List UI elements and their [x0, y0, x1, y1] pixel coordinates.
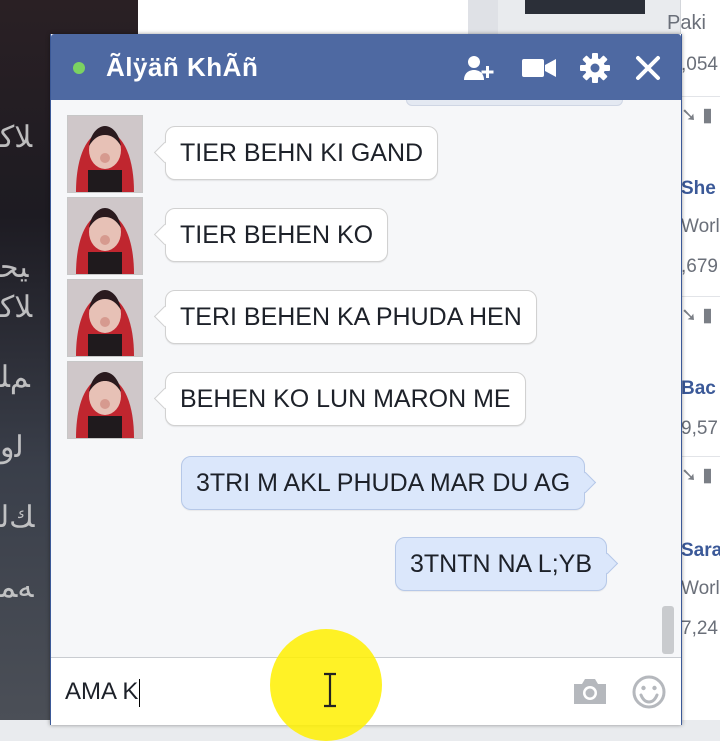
previous-message-bubble [406, 100, 623, 106]
add-friend-icon[interactable] [461, 50, 497, 86]
background-thumbnail [525, 0, 645, 14]
avatar[interactable] [67, 361, 143, 439]
right-item-name[interactable]: Sara [681, 540, 720, 562]
background-strip [468, 0, 498, 34]
emoji-icon[interactable] [631, 674, 667, 715]
right-item-name[interactable]: Bac [681, 378, 720, 400]
camera-icon[interactable] [571, 676, 609, 711]
right-sidebar: ,054 ➘ ▮ She Worl ,679 ➘ ▮ Bac 9,57 ➘ ▮ … [680, 0, 720, 720]
right-item-count: 7,24 [681, 618, 718, 639]
incoming-message[interactable]: TIER BEHN KI GAND [165, 126, 439, 180]
video-call-icon[interactable] [521, 50, 557, 86]
text-cursor-icon [320, 672, 340, 713]
right-item-name[interactable]: She [681, 178, 720, 200]
scrollbar-thumb[interactable] [662, 606, 674, 654]
background-label: Paki [667, 12, 706, 34]
rss-icon[interactable]: ➘ ▮ [681, 104, 720, 127]
message-input-text: AMA K [65, 678, 139, 705]
chat-header[interactable]: Ãlÿäñ KhÃñ [51, 34, 681, 100]
online-status-dot [73, 62, 85, 74]
chat-window: Ãlÿäñ KhÃñ TIER BEHN KI GAND TIER BEHEN … [50, 34, 682, 725]
avatar[interactable] [67, 197, 143, 275]
outgoing-message[interactable]: 3TNTN NA L;YB [395, 537, 607, 591]
close-icon[interactable] [630, 50, 666, 86]
incoming-message[interactable]: TERI BEHEN KA PHUDA HEN [165, 290, 537, 344]
right-item-count: 9,57 [681, 418, 718, 439]
text-caret [139, 678, 141, 707]
chat-title[interactable]: Ãlÿäñ KhÃñ [106, 52, 258, 83]
message-input[interactable]: AMA K [65, 678, 141, 707]
right-item-count: ,054 [681, 54, 718, 75]
right-item-sub: Worl [681, 578, 720, 599]
right-item-sub: Worl [681, 216, 720, 237]
avatar[interactable] [67, 115, 143, 193]
outgoing-message[interactable]: 3TRI M AKL PHUDA MAR DU AG [181, 456, 586, 510]
rss-icon[interactable]: ➘ ▮ [681, 304, 720, 327]
incoming-message[interactable]: BEHEN KO LUN MARON ME [165, 372, 526, 426]
avatar[interactable] [67, 279, 143, 357]
gear-icon[interactable] [577, 50, 613, 86]
message-list[interactable]: TIER BEHN KI GAND TIER BEHEN KO TERI BEH… [51, 100, 681, 657]
rss-icon[interactable]: ➘ ▮ [681, 464, 720, 487]
background-panel [138, 0, 468, 34]
right-item-count: ,679 [681, 256, 718, 277]
incoming-message[interactable]: TIER BEHEN KO [165, 208, 389, 262]
scrollbar[interactable] [661, 100, 675, 657]
